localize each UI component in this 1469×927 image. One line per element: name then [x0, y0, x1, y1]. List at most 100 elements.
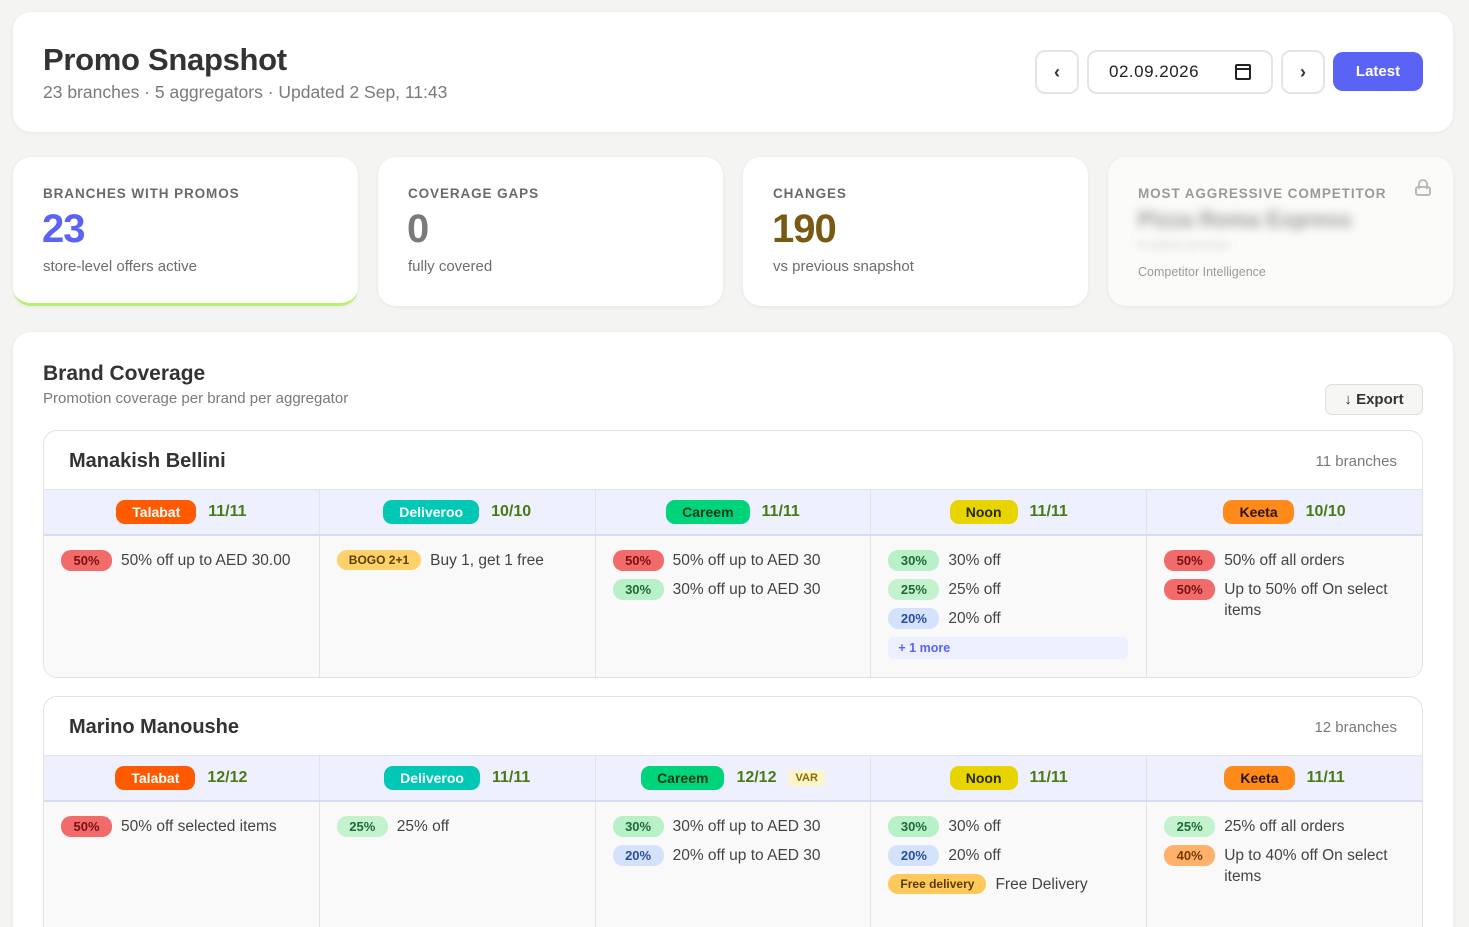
aggregator-cell-noon[interactable]: Noon 11/11 [871, 756, 1148, 800]
aggregator-pill: Deliveroo [384, 766, 480, 790]
coverage-ratio: 11/11 [1306, 769, 1345, 786]
stat-value: 190 [772, 207, 837, 251]
section-subtitle: Promotion coverage per brand per aggrega… [43, 390, 349, 407]
header-card: Promo Snapshot 23 branches · 5 aggregato… [13, 12, 1453, 132]
promo-text: 20% off [948, 610, 1001, 627]
aggregator-cell-keeta[interactable]: Keeta 11/11 [1147, 756, 1422, 800]
discount-badge: 30% [888, 550, 940, 571]
stat-card-changes[interactable]: CHANGES 190 vs previous snapshot [743, 157, 1088, 306]
discount-badge: 25% [888, 579, 940, 600]
stat-value: 23 [42, 207, 85, 251]
promo-text: 30% off up to AED 30 [672, 581, 821, 598]
promo-text: Up to 50% off On select items [1224, 581, 1388, 619]
blurred-competitor-name: Pizza Roma Express [1138, 207, 1352, 232]
brand-block: Marino Manoushe 12 branches Talabat 12/12 De… [43, 696, 1423, 927]
stat-desc: vs previous snapshot [773, 258, 914, 275]
promo-row: 50% 50% off selected items 25% 25% off 30% 30… [44, 802, 1422, 927]
promo-text: 50% off all orders [1224, 552, 1345, 569]
discount-badge: 30% [612, 816, 664, 837]
promo-item: 20% 20% off [888, 608, 1129, 629]
discount-badge: 50% [612, 550, 664, 571]
promo-text: 50% off selected items [121, 818, 277, 835]
stat-card-coverage-gaps[interactable]: COVERAGE GAPS 0 fully covered [378, 157, 723, 306]
aggregator-cell-deliveroo[interactable]: Deliveroo 10/10 [320, 490, 596, 534]
promo-item: 50% 50% off all orders [1164, 550, 1405, 571]
aggregator-pill: Noon [949, 766, 1018, 790]
coverage-ratio: 11/11 [1029, 769, 1068, 786]
aggregator-cell-talabat[interactable]: Talabat 11/11 [44, 490, 320, 534]
discount-badge: 50% [61, 550, 112, 571]
aggregator-pill: Talabat [115, 766, 196, 790]
brand-name: Manakish Bellini [69, 450, 226, 472]
coverage-ratio: 12/12 [207, 769, 248, 786]
page-title: Promo Snapshot [43, 42, 287, 77]
brand-branch-count: 12 branches [1314, 719, 1397, 736]
section-title: Brand Coverage [43, 362, 206, 385]
brand-branch-count: 11 branches [1315, 453, 1397, 470]
promo-cell: 50% 50% off selected items [44, 802, 320, 927]
aggregator-cell-careem[interactable]: Careem 12/12 VAR [596, 756, 872, 800]
brand-name: Marino Manoushe [69, 716, 240, 738]
promo-item: 30% 30% off [888, 550, 1129, 571]
aggregator-cell-keeta[interactable]: Keeta 10/10 [1147, 490, 1422, 534]
aggregator-cell-careem[interactable]: Careem 11/11 [596, 490, 872, 534]
stat-label: CHANGES [773, 186, 847, 201]
discount-badge: 30% [612, 579, 664, 600]
aggregator-cell-deliveroo[interactable]: Deliveroo 11/11 [320, 756, 596, 800]
promo-text: 25% off [396, 818, 450, 835]
stat-label: BRANCHES WITH PROMOS [43, 186, 240, 201]
discount-badge: 30% [888, 816, 940, 837]
promo-item: 25% 25% off [336, 816, 578, 837]
latest-button[interactable]: Latest [1333, 52, 1423, 91]
promo-item: 25% 25% off [888, 579, 1129, 600]
discount-badge: 50% [1164, 579, 1216, 600]
brand-header[interactable]: Manakish Bellini 11 branches [44, 431, 1422, 489]
prev-date-button[interactable]: ‹ [1035, 50, 1079, 94]
promo-cell: 25% 25% off [320, 802, 596, 927]
promo-item: 20% 20% off up to AED 30 [612, 845, 854, 866]
aggregator-cell-talabat[interactable]: Talabat 12/12 [44, 756, 320, 800]
promo-item: 40% Up to 40% off On select items [1164, 845, 1405, 887]
aggregator-row: Talabat 12/12 Deliveroo 11/11 Careem 12/12 VAR… [44, 755, 1422, 802]
promo-item: BOGO 2+1 Buy 1, get 1 free [336, 550, 578, 571]
coverage-ratio: 11/11 [1029, 503, 1068, 520]
stat-card-branches[interactable]: BRANCHES WITH PROMOS 23 store-level offe… [13, 157, 358, 306]
promo-text: 20% off [948, 847, 1001, 864]
promo-text: Free Delivery [995, 876, 1088, 893]
discount-badge: 25% [1164, 816, 1216, 837]
lock-icon [1415, 179, 1431, 196]
aggregator-pill: Keeta [1223, 500, 1294, 524]
brand-block: Manakish Bellini 11 branches Talabat 11/11 D… [43, 430, 1423, 678]
variance-tag: VAR [788, 770, 825, 786]
promo-cell: 30% 30% off 25% 25% off 20% 20% off + 1 more [871, 536, 1148, 677]
discount-badge: Free delivery [888, 874, 987, 894]
discount-badge: 50% [1164, 550, 1216, 571]
export-button[interactable]: ↓ Export [1325, 384, 1423, 415]
stat-card-competitor[interactable]: MOST AGGRESSIVE COMPETITOR Pizza Roma Ex… [1108, 157, 1453, 306]
calendar-icon[interactable] [1235, 64, 1251, 80]
discount-badge: BOGO 2+1 [336, 550, 422, 570]
next-date-button[interactable]: › [1281, 50, 1325, 94]
stat-desc: Competitor Intelligence [1138, 265, 1266, 279]
aggregator-cell-noon[interactable]: Noon 11/11 [871, 490, 1148, 534]
promo-cell: BOGO 2+1 Buy 1, get 1 free [320, 536, 596, 677]
discount-badge: 50% [61, 816, 112, 837]
stat-label: COVERAGE GAPS [408, 186, 539, 201]
promo-row: 50% 50% off up to AED 30.00 BOGO 2+1 Buy 1,… [44, 536, 1422, 677]
promo-item: 30% 30% off [888, 816, 1129, 837]
show-more-link[interactable]: + 1 more [888, 637, 1129, 659]
promo-cell: 50% 50% off all orders 50% Up to 50% off On… [1147, 536, 1422, 677]
brand-coverage-card: Brand Coverage Promotion coverage per br… [13, 332, 1453, 927]
promo-item: 25% 25% off all orders [1164, 816, 1405, 837]
discount-badge: 20% [888, 845, 940, 866]
brand-header[interactable]: Marino Manoushe 12 branches [44, 697, 1422, 755]
stat-desc: store-level offers active [43, 258, 197, 275]
promo-text: 25% off all orders [1224, 818, 1345, 835]
stat-label: MOST AGGRESSIVE COMPETITOR [1138, 186, 1387, 201]
coverage-ratio: 11/11 [761, 503, 800, 520]
promo-cell: 25% 25% off all orders 40% Up to 40% off On… [1147, 802, 1422, 927]
date-field[interactable]: 02.09.2026 [1087, 50, 1273, 94]
promo-item: 30% 30% off up to AED 30 [612, 579, 854, 600]
promo-item: 50% 50% off up to AED 30 [612, 550, 854, 571]
promo-cell: 30% 30% off up to AED 30 20% 20% off up to … [596, 802, 872, 927]
